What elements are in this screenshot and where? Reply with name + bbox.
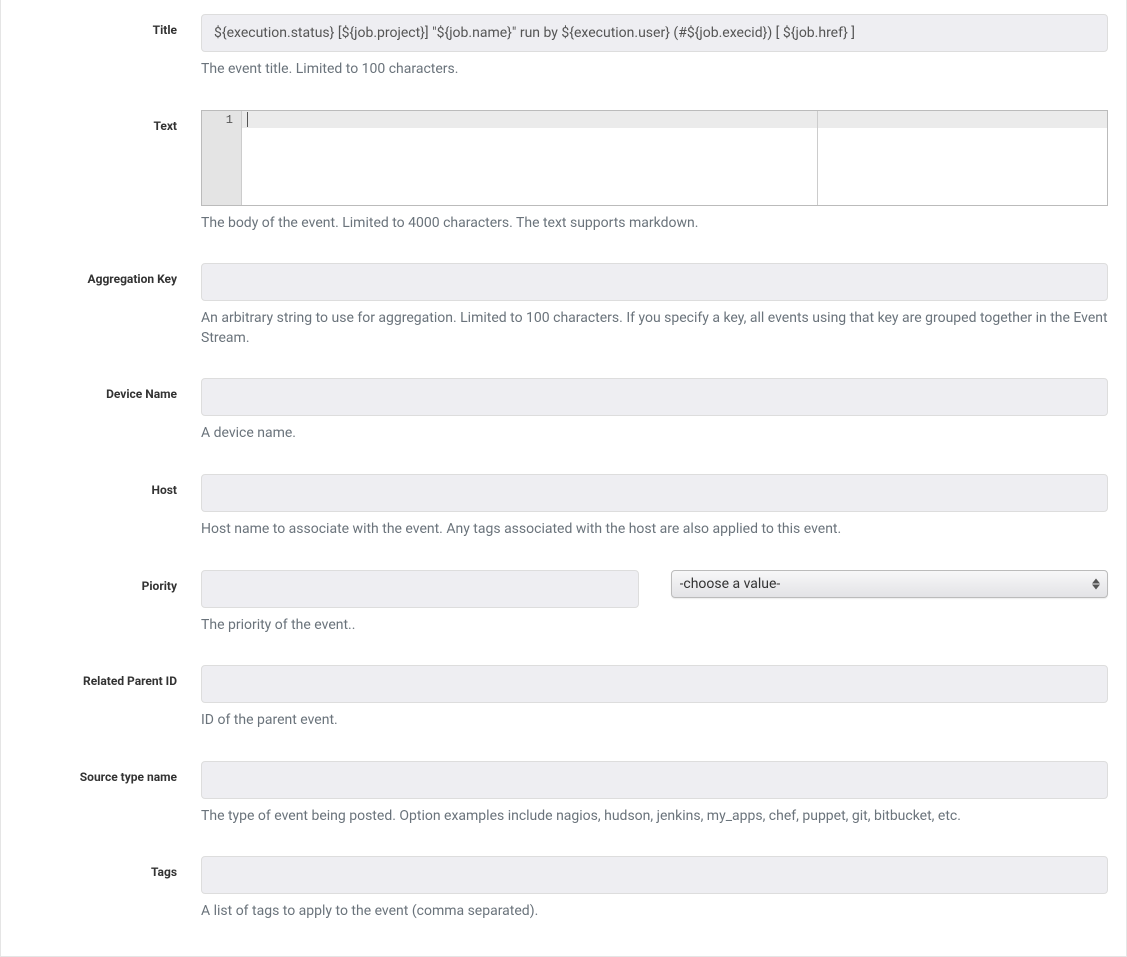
priority-help: The priority of the event.. bbox=[201, 616, 1108, 636]
host-row: Host Host name to associate with the eve… bbox=[1, 468, 1126, 546]
source-type-name-input[interactable] bbox=[201, 761, 1108, 799]
priority-input[interactable] bbox=[201, 570, 639, 608]
title-input[interactable] bbox=[201, 14, 1108, 52]
editor-gutter: 1 bbox=[202, 111, 242, 205]
host-label: Host bbox=[1, 474, 201, 540]
aggregation-key-row: Aggregation Key An arbitrary string to u… bbox=[1, 257, 1126, 354]
source-type-name-row: Source type name The type of event being… bbox=[1, 755, 1126, 833]
device-name-row: Device Name A device name. bbox=[1, 372, 1126, 450]
title-field-wrapper: The event title. Limited to 100 characte… bbox=[201, 14, 1126, 80]
device-name-input[interactable] bbox=[201, 378, 1108, 416]
device-name-field-wrapper: A device name. bbox=[201, 378, 1126, 444]
source-type-name-field-wrapper: The type of event being posted. Option e… bbox=[201, 761, 1126, 827]
title-row: Title The event title. Limited to 100 ch… bbox=[1, 0, 1126, 86]
tags-input[interactable] bbox=[201, 856, 1108, 894]
source-type-name-label: Source type name bbox=[1, 761, 201, 827]
related-parent-id-help: ID of the parent event. bbox=[201, 711, 1108, 731]
editor-active-line bbox=[242, 111, 1107, 128]
aggregation-key-field-wrapper: An arbitrary string to use for aggregati… bbox=[201, 263, 1126, 348]
title-label: Title bbox=[1, 14, 201, 80]
title-help: The event title. Limited to 100 characte… bbox=[201, 60, 1108, 80]
host-input[interactable] bbox=[201, 474, 1108, 512]
related-parent-id-input[interactable] bbox=[201, 665, 1108, 703]
host-help: Host name to associate with the event. A… bbox=[201, 520, 1108, 540]
text-field-wrapper: 1 The body of the event. Limited to 4000… bbox=[201, 110, 1126, 234]
aggregation-key-input[interactable] bbox=[201, 263, 1108, 301]
text-label: Text bbox=[1, 110, 201, 234]
host-field-wrapper: Host name to associate with the event. A… bbox=[201, 474, 1126, 540]
tags-row: Tags A list of tags to apply to the even… bbox=[1, 850, 1126, 928]
line-number-1: 1 bbox=[202, 112, 241, 129]
priority-select[interactable]: -choose a value- bbox=[671, 570, 1109, 598]
aggregation-key-label: Aggregation Key bbox=[1, 263, 201, 348]
text-row: Text 1 The body of the event. Limited to… bbox=[1, 104, 1126, 240]
related-parent-id-label: Related Parent ID bbox=[1, 665, 201, 731]
tags-label: Tags bbox=[1, 856, 201, 922]
source-type-name-help: The type of event being posted. Option e… bbox=[201, 807, 1108, 827]
form-container: Title The event title. Limited to 100 ch… bbox=[0, 0, 1127, 957]
related-parent-id-field-wrapper: ID of the parent event. bbox=[201, 665, 1126, 731]
text-help: The body of the event. Limited to 4000 c… bbox=[201, 214, 1108, 234]
text-editor[interactable]: 1 bbox=[201, 110, 1108, 206]
priority-label: Piority bbox=[1, 570, 201, 636]
aggregation-key-help: An arbitrary string to use for aggregati… bbox=[201, 309, 1108, 348]
tags-field-wrapper: A list of tags to apply to the event (co… bbox=[201, 856, 1126, 922]
tags-help: A list of tags to apply to the event (co… bbox=[201, 902, 1108, 922]
priority-row: Piority -choose a value- bbox=[1, 564, 1126, 642]
editor-cursor bbox=[247, 112, 248, 127]
editor-ruler bbox=[817, 111, 818, 205]
device-name-help: A device name. bbox=[201, 424, 1108, 444]
priority-select-wrap: -choose a value- bbox=[671, 570, 1109, 598]
device-name-label: Device Name bbox=[1, 378, 201, 444]
priority-field-wrapper: -choose a value- The priority of the eve… bbox=[201, 570, 1126, 636]
editor-area[interactable] bbox=[242, 111, 1107, 205]
related-parent-id-row: Related Parent ID ID of the parent event… bbox=[1, 659, 1126, 737]
